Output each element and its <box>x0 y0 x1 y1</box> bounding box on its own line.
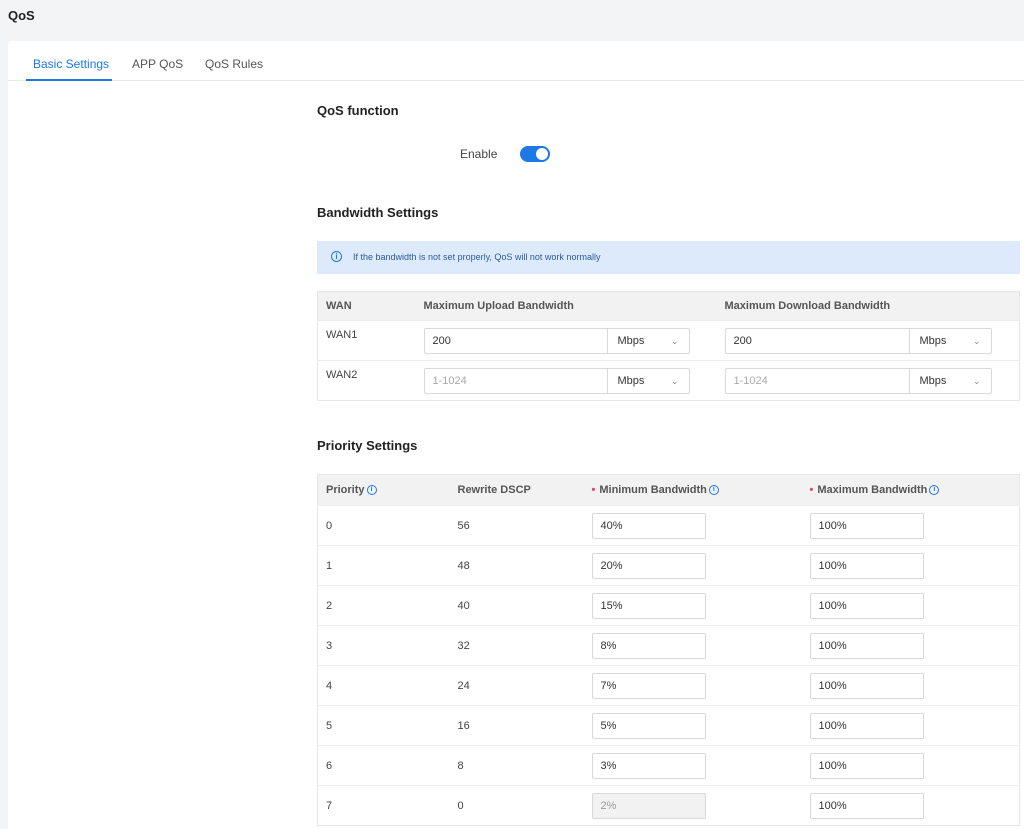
min-bandwidth-input[interactable]: 7% <box>591 672 706 699</box>
header-priority: Priority i <box>317 474 450 506</box>
max-bandwidth-input[interactable]: 100% <box>809 752 924 779</box>
dscp-value: 0 <box>449 785 584 826</box>
priority-value: 2 <box>317 585 450 626</box>
upload-bandwidth-input[interactable]: 1-1024 <box>425 369 607 393</box>
min-bandwidth-input-disabled: 2% <box>591 792 706 819</box>
download-bandwidth-input[interactable]: 200 <box>726 329 909 353</box>
dscp-value: 24 <box>449 665 584 706</box>
header-min-bandwidth: • Minimum Bandwidth i <box>583 474 802 506</box>
enable-label: Enable <box>460 147 498 161</box>
table-row: 7 0 2% 100% <box>317 785 1020 826</box>
dscp-value: 16 <box>449 705 584 746</box>
table-row: 6 8 3% 100% <box>317 745 1020 786</box>
priority-value: 1 <box>317 545 450 586</box>
table-row: 3 32 8% 100% <box>317 625 1020 666</box>
enable-toggle[interactable] <box>520 146 550 162</box>
dscp-value: 48 <box>449 545 584 586</box>
max-bandwidth-input[interactable]: 100% <box>809 672 924 699</box>
min-bandwidth-input[interactable]: 15% <box>591 592 706 619</box>
alert-text: If the bandwidth is not set properly, Qo… <box>353 252 601 262</box>
priority-table: Priority i Rewrite DSCP • Minimum Bandwidt… <box>317 474 1020 826</box>
table-row: WAN1 200 Mbps ⌄ 200 Mbps ⌄ <box>317 320 1020 361</box>
chevron-down-icon: ⌄ <box>972 375 981 386</box>
table-header-row: WAN Maximum Upload Bandwidth Maximum Dow… <box>317 291 1020 321</box>
download-unit-select[interactable]: Mbps ⌄ <box>908 368 991 393</box>
chevron-down-icon: ⌄ <box>670 375 679 386</box>
page-title: QoS <box>8 8 35 23</box>
qos-function-title: QoS function <box>317 103 399 118</box>
header-upload: Maximum Upload Bandwidth <box>415 291 717 321</box>
min-bandwidth-input[interactable]: 40% <box>591 512 706 539</box>
chevron-down-icon: ⌄ <box>972 335 981 346</box>
header-rewrite-dscp: Rewrite DSCP <box>449 474 584 506</box>
upload-bandwidth-group: 1-1024 Mbps ⌄ <box>423 367 690 394</box>
dscp-value: 8 <box>449 745 584 786</box>
active-tab-indicator <box>26 79 112 81</box>
min-bandwidth-input[interactable]: 3% <box>591 752 706 779</box>
info-icon: i <box>331 251 342 262</box>
tab-bar: Basic Settings APP QoS QoS Rules <box>8 41 1024 81</box>
header-max-bandwidth: • Maximum Bandwidth i <box>801 474 1020 506</box>
wan-name: WAN2 <box>317 360 416 401</box>
min-bandwidth-input[interactable]: 5% <box>591 712 706 739</box>
info-icon[interactable]: i <box>708 485 719 496</box>
max-bandwidth-input[interactable]: 100% <box>809 512 924 539</box>
table-row: WAN2 1-1024 Mbps ⌄ 1-1024 Mbps ⌄ <box>317 360 1020 401</box>
priority-value: 7 <box>317 785 450 826</box>
max-bandwidth-input[interactable]: 100% <box>809 632 924 659</box>
dscp-value: 32 <box>449 625 584 666</box>
chevron-down-icon: ⌄ <box>670 335 679 346</box>
toggle-knob <box>536 148 548 160</box>
max-bandwidth-input[interactable]: 100% <box>809 712 924 739</box>
table-row: 0 56 40% 100% <box>317 505 1020 546</box>
header-wan: WAN <box>317 291 416 321</box>
priority-value: 5 <box>317 705 450 746</box>
priority-settings-title: Priority Settings <box>317 438 418 453</box>
priority-value: 3 <box>317 625 450 666</box>
table-row: 4 24 7% 100% <box>317 665 1020 706</box>
wan-name: WAN1 <box>317 320 416 361</box>
tab-app-qos[interactable]: APP QoS <box>132 57 183 71</box>
tab-basic-settings[interactable]: Basic Settings <box>33 57 109 71</box>
table-row: 2 40 15% 100% <box>317 585 1020 626</box>
upload-bandwidth-input[interactable]: 200 <box>425 329 607 353</box>
bandwidth-settings-title: Bandwidth Settings <box>317 205 439 220</box>
info-icon[interactable]: i <box>929 485 940 496</box>
min-bandwidth-input[interactable]: 8% <box>591 632 706 659</box>
bandwidth-alert: i If the bandwidth is not set properly, … <box>317 241 1020 274</box>
download-bandwidth-input[interactable]: 1-1024 <box>726 369 909 393</box>
priority-value: 6 <box>317 745 450 786</box>
download-bandwidth-group: 200 Mbps ⌄ <box>724 327 992 354</box>
upload-unit-select[interactable]: Mbps ⌄ <box>606 368 689 393</box>
info-icon[interactable]: i <box>366 485 377 496</box>
priority-value: 4 <box>317 665 450 706</box>
wan-bandwidth-table: WAN Maximum Upload Bandwidth Maximum Dow… <box>317 291 1020 401</box>
max-bandwidth-input[interactable]: 100% <box>809 792 924 819</box>
upload-bandwidth-group: 200 Mbps ⌄ <box>423 327 690 354</box>
download-unit-select[interactable]: Mbps ⌄ <box>908 328 991 353</box>
table-row: 1 48 20% 100% <box>317 545 1020 586</box>
min-bandwidth-input[interactable]: 20% <box>591 552 706 579</box>
dscp-value: 56 <box>449 505 584 546</box>
table-header-row: Priority i Rewrite DSCP • Minimum Bandwidt… <box>317 474 1020 506</box>
upload-unit-select[interactable]: Mbps ⌄ <box>606 328 689 353</box>
download-bandwidth-group: 1-1024 Mbps ⌄ <box>724 367 992 394</box>
header-download: Maximum Download Bandwidth <box>716 291 1020 321</box>
content-card: Basic Settings APP QoS QoS Rules QoS fun… <box>8 41 1024 829</box>
max-bandwidth-input[interactable]: 100% <box>809 592 924 619</box>
max-bandwidth-input[interactable]: 100% <box>809 552 924 579</box>
tab-qos-rules[interactable]: QoS Rules <box>205 57 263 71</box>
dscp-value: 40 <box>449 585 584 626</box>
priority-value: 0 <box>317 505 450 546</box>
table-row: 5 16 5% 100% <box>317 705 1020 746</box>
